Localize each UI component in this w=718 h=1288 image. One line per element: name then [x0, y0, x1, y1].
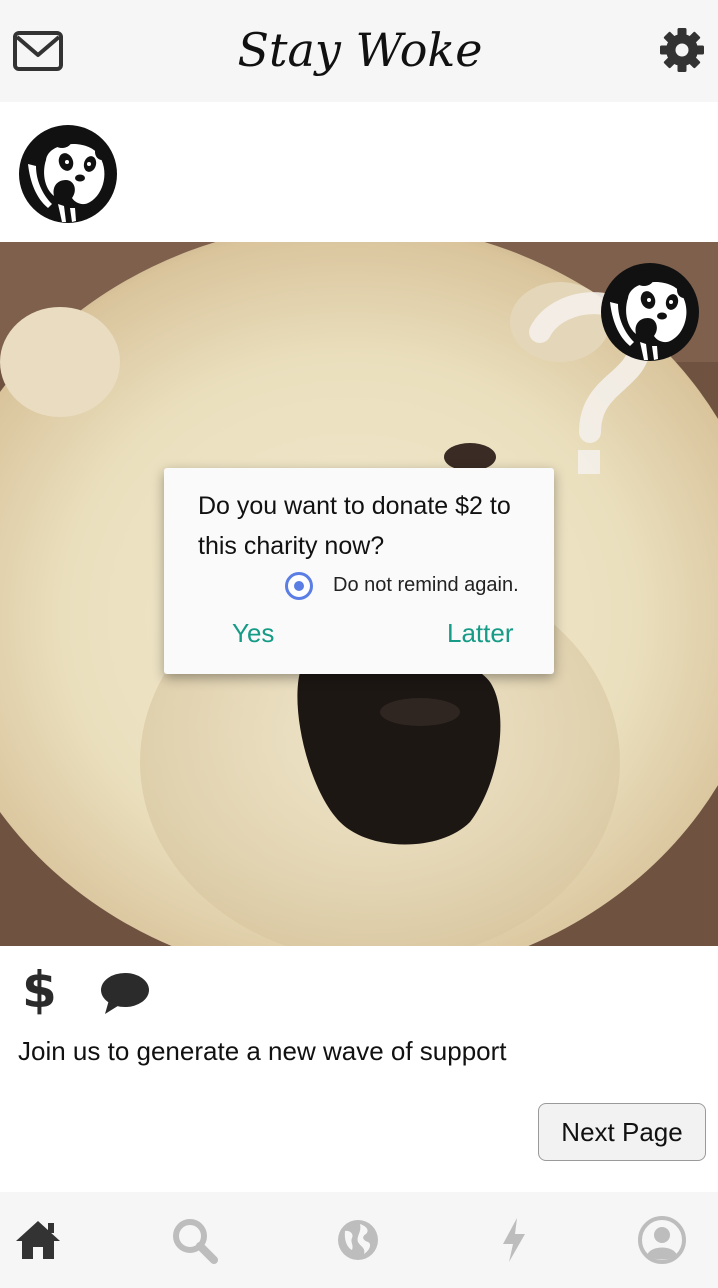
next-page-button[interactable]: Next Page [538, 1103, 706, 1161]
home-icon [16, 1221, 60, 1259]
nav-search[interactable] [166, 1212, 222, 1268]
bolt-icon [503, 1218, 525, 1262]
nav-profile[interactable] [634, 1212, 690, 1268]
nav-explore[interactable] [330, 1212, 386, 1268]
brand-name: Stay Woke [238, 23, 483, 77]
post-header [0, 102, 718, 242]
donate-dialog: Do you want to donate $2 to this charity… [164, 468, 554, 674]
dialog-message: Do you want to donate $2 to this charity… [198, 492, 511, 560]
brand-wordmark: Stay Woke [238, 23, 483, 77]
mail-icon[interactable] [12, 29, 64, 73]
radio-selected-dot [294, 581, 304, 591]
do-not-remind-label: Do not remind again. [333, 574, 519, 596]
gear-icon[interactable] [658, 26, 706, 74]
donate-icon[interactable]: $ [22, 962, 57, 1018]
later-button[interactable]: Latter [447, 618, 514, 649]
profile-icon [638, 1216, 686, 1264]
nav-activity[interactable] [486, 1212, 542, 1268]
corner-charity-logo [600, 262, 700, 362]
top-bar: Stay Woke [0, 0, 718, 102]
brand-logo: Stay Woke [200, 4, 520, 104]
do-not-remind-radio[interactable] [285, 572, 313, 600]
bottom-nav [0, 1192, 718, 1288]
globe-icon [338, 1220, 378, 1260]
charity-avatar[interactable] [18, 124, 118, 224]
post-caption: Join us to generate a new wave of suppor… [18, 1036, 507, 1066]
search-icon [173, 1219, 218, 1264]
comment-icon[interactable] [99, 970, 151, 1016]
nav-home[interactable] [10, 1212, 66, 1268]
yes-button[interactable]: Yes [232, 618, 274, 649]
